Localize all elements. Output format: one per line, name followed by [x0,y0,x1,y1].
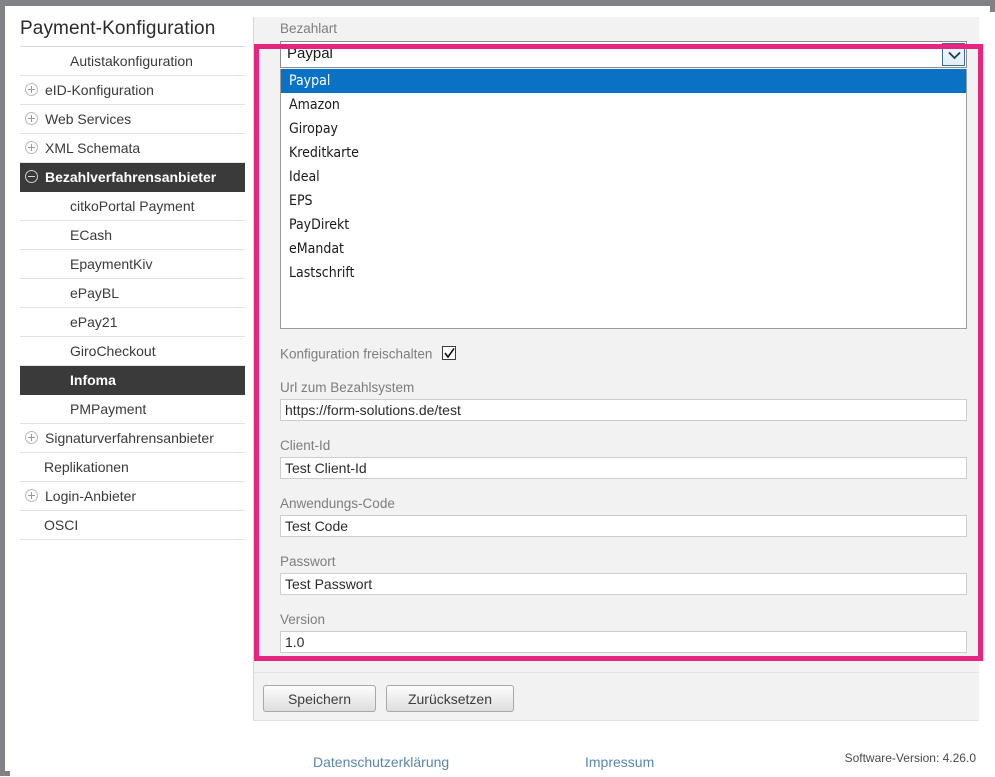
sidebar-item-bezahlverfahrensanbieter[interactable]: Bezahlverfahrensanbieter [20,163,245,192]
sidebar-item-label: Infoma [70,372,116,388]
application-window: Payment-Konfiguration Autistakonfigurati… [0,0,995,777]
sidebar-item-label: ePayBL [70,285,120,301]
field-label-version: Version [280,612,326,627]
sidebar-item-pmpayment[interactable]: PMPayment [20,395,245,424]
save-button[interactable]: Speichern [263,685,376,712]
field-input-client-id[interactable] [280,457,967,479]
option-amazon[interactable]: Amazon [281,93,966,117]
option-ideal[interactable]: Ideal [281,165,966,189]
form-button-bar: Speichern Zurücksetzen [254,672,979,721]
sidebar-item-label: EpaymentKiv [70,256,153,272]
field-input-passwort[interactable] [280,573,967,595]
field-label-passwort: Passwort [280,554,336,569]
field-label-url-zum-bezahlsystem: Url zum Bezahlsystem [280,380,415,395]
sidebar-item-epay21[interactable]: ePay21 [20,308,245,337]
field-label-anwendungs-code: Anwendungs-Code [280,496,395,511]
option-paypal[interactable]: Paypal [281,69,966,93]
enable-config-checkbox[interactable] [441,345,456,360]
reset-button[interactable]: Zurücksetzen [386,685,514,712]
sidebar-item-label: GiroCheckout [70,343,156,359]
sidebar-item-ecash[interactable]: ECash [20,221,245,250]
sidebar-item-label: Replikationen [44,459,129,475]
sidebar-item-osci[interactable]: OSCI [20,511,245,540]
configuration-panel: Bezahlart Paypal Paypal Amazon Giropay K… [253,17,979,721]
privacy-policy-link[interactable]: Datenschutzerklärung [313,754,449,770]
page-title: Payment-Konfiguration [20,18,216,39]
sidebar-item-label: eID-Konfiguration [45,82,154,98]
application-content: Payment-Konfiguration Autistakonfigurati… [10,12,995,777]
sidebar-item-label: Autistakonfiguration [70,53,193,69]
option-eps[interactable]: EPS [281,189,966,213]
sidebar-item-autistakonfiguration[interactable]: Autistakonfiguration [20,47,245,76]
sidebar-item-epaybl[interactable]: ePayBL [20,279,245,308]
sidebar-item-eid-konfiguration[interactable]: eID-Konfiguration [20,76,245,105]
sidebar-item-girocheckout[interactable]: GiroCheckout [20,337,245,366]
sidebar-item-label: Signaturverfahrensanbieter [45,430,214,446]
payment-type-select[interactable]: Paypal [280,41,967,68]
sidebar-item-replikationen[interactable]: Replikationen [20,453,245,482]
sidebar-item-login-anbieter[interactable]: Login-Anbieter [20,482,245,511]
option-lastschrift[interactable]: Lastschrift [281,261,966,285]
field-input-url-zum-bezahlsystem[interactable] [280,399,967,421]
sidebar-item-label: citkoPortal Payment [70,198,195,214]
software-version-label: Software-Version: 4.26.0 [844,751,976,765]
field-label-client-id: Client-Id [280,438,331,453]
sidebar-item-label: ECash [70,227,113,243]
sidebar-item-epaymentkiv[interactable]: EpaymentKiv [20,250,245,279]
collapse-minus-icon[interactable] [25,170,38,183]
enable-config-label: Konfiguration freischalten [280,346,433,362]
option-emandat[interactable]: eMandat [281,237,966,261]
sidebar-item-label: XML Schemata [45,140,141,156]
sidebar-item-label: ePay21 [70,314,118,330]
expand-plus-icon[interactable] [25,489,38,502]
field-input-version[interactable] [280,631,967,653]
expand-plus-icon[interactable] [25,83,38,96]
sidebar-item-label: PMPayment [70,401,147,417]
sidebar-nav-list: Autistakonfiguration eID-Konfiguration Web… [20,47,245,540]
sidebar-item-xml-schemata[interactable]: XML Schemata [20,134,245,163]
expand-plus-icon[interactable] [25,431,38,444]
sidebar-item-label: Login-Anbieter [45,488,137,504]
enable-config-row[interactable]: Konfiguration freischalten [280,345,456,365]
sidebar-item-signaturverfahrensanbieter[interactable]: Signaturverfahrensanbieter [20,424,245,453]
option-giropay[interactable]: Giropay [281,117,966,141]
option-paydirekt[interactable]: PayDirekt [281,213,966,237]
chevron-down-icon[interactable] [942,43,965,66]
expand-plus-icon[interactable] [25,112,38,125]
payment-type-selected-value: Paypal [287,45,333,62]
payment-type-label: Bezahlart [280,21,338,36]
sidebar-item-infoma[interactable]: Infoma [20,366,245,395]
expand-plus-icon[interactable] [25,141,38,154]
option-kreditkarte[interactable]: Kreditkarte [281,141,966,165]
configuration-form: Bezahlart Paypal Paypal Amazon Giropay K… [254,17,979,672]
sidebar-item-label: Bezahlverfahrensanbieter [45,169,217,185]
main-content: Bezahlart Paypal Paypal Amazon Giropay K… [250,12,995,777]
field-input-anwendungs-code[interactable] [280,515,967,537]
sidebar: Payment-Konfiguration Autistakonfigurati… [10,12,250,777]
sidebar-item-label: OSCI [44,517,79,533]
sidebar-item-web-services[interactable]: Web Services [20,105,245,134]
payment-type-option-list[interactable]: Paypal Amazon Giropay Kreditkarte Ideal EPS Pa… [280,69,967,329]
sidebar-item-citkoportal-payment[interactable]: citkoPortal Payment [20,192,245,221]
page-footer: Datenschutzerklärung Impressum Software-… [253,720,978,777]
imprint-link[interactable]: Impressum [585,754,654,770]
sidebar-item-label: Web Services [45,111,132,127]
